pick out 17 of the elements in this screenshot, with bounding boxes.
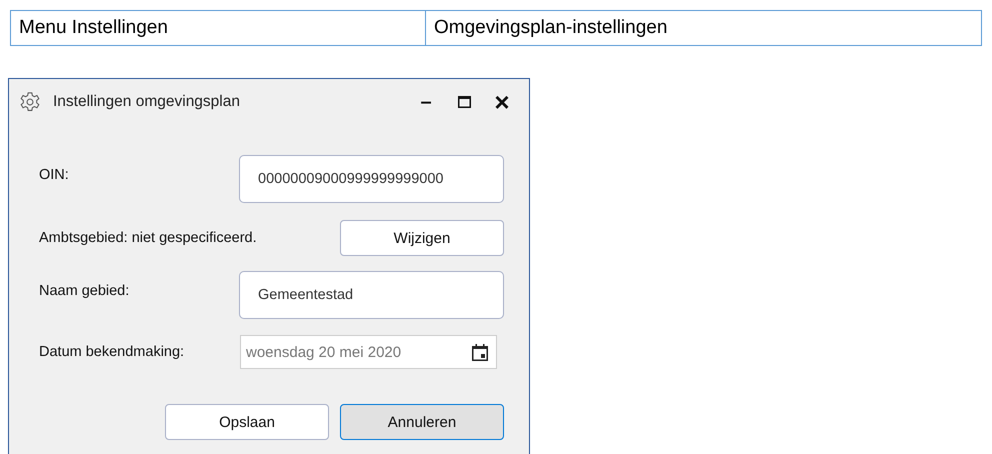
cancel-button[interactable]: Annuleren bbox=[340, 404, 504, 440]
ambtsgebied-label: Ambtsgebied: niet gespecificeerd. bbox=[39, 230, 257, 246]
change-button[interactable]: Wijzigen bbox=[340, 220, 504, 256]
date-label: Datum bekendmaking: bbox=[39, 344, 184, 360]
maximize-icon bbox=[458, 96, 470, 108]
name-label: Naam gebied: bbox=[39, 283, 130, 299]
table-cell: Omgevingsplan-instellingen bbox=[425, 11, 981, 45]
oin-field[interactable]: 00000009000999999999000 bbox=[239, 155, 504, 203]
oin-label: OIN: bbox=[39, 167, 69, 183]
close-button[interactable]: × bbox=[483, 86, 521, 118]
save-button[interactable]: Opslaan bbox=[165, 404, 329, 440]
table-cell-text: Menu Instellingen bbox=[18, 16, 169, 40]
window-title: Instellingen omgevingsplan bbox=[53, 93, 241, 111]
name-field[interactable]: Gemeentestad bbox=[239, 271, 504, 319]
calendar-icon bbox=[472, 344, 488, 360]
settings-icon bbox=[19, 91, 41, 113]
minimize-button[interactable]: – bbox=[407, 86, 445, 118]
